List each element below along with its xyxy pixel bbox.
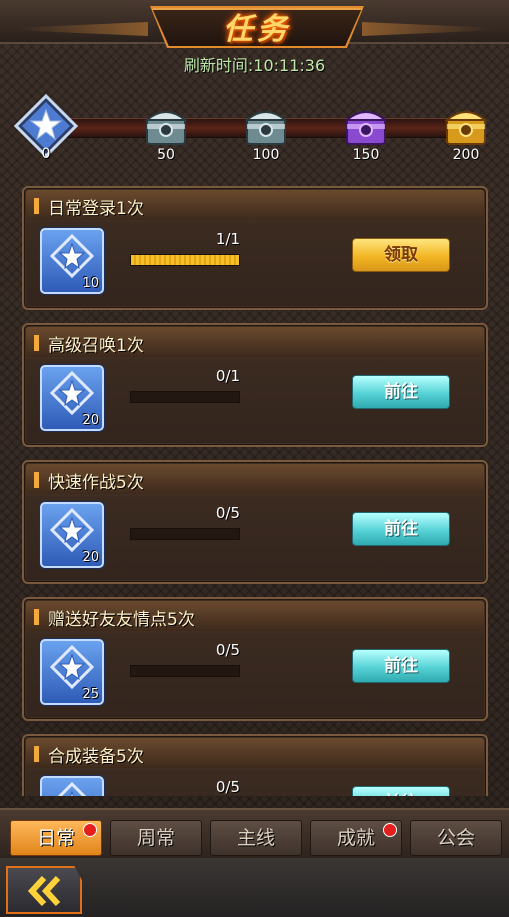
task-marker — [34, 198, 39, 214]
refresh-label: 刷新时间: — [183, 56, 254, 75]
task-progress-text: 0/1 — [215, 367, 240, 385]
tab-3[interactable]: 成就 — [310, 820, 402, 856]
task-marker — [34, 609, 39, 625]
task-progress-text: 0/5 — [215, 641, 240, 659]
milestone-value: 50 — [157, 147, 175, 163]
task-list[interactable]: 日常登录1次 10 1/1 领取 高级召唤1次 20 0/1 前往 快速作战5次… — [22, 184, 488, 796]
refresh-time: 10:11:36 — [253, 56, 326, 75]
task-marker — [34, 746, 39, 762]
claim-button[interactable]: 领取 — [352, 238, 450, 272]
task-marker — [34, 472, 39, 488]
task-progress-text: 0/5 — [215, 778, 240, 796]
go-button[interactable]: 前往 — [352, 786, 450, 796]
task-progress-fill — [131, 255, 239, 265]
back-arrow-icon — [27, 876, 61, 906]
task-progress-bar — [130, 528, 240, 540]
tab-label: 周常 — [136, 827, 175, 849]
task-screen: 任务 刷新时间:10:11:36 0 50 100 150 200 日常登录1次… — [0, 0, 509, 917]
task-name: 高级召唤1次 — [48, 336, 144, 356]
tab-1[interactable]: 周常 — [110, 820, 202, 856]
task-card: 快速作战5次 20 0/5 前往 — [22, 460, 488, 584]
task-card: 日常登录1次 10 1/1 领取 — [22, 186, 488, 310]
task-progress-bar — [130, 665, 240, 677]
silver-chest-icon[interactable] — [244, 104, 288, 148]
tab-0[interactable]: 日常 — [10, 820, 102, 856]
task-name: 日常登录1次 — [48, 199, 144, 219]
milestone-value: 200 — [452, 147, 480, 163]
go-button[interactable]: 前往 — [352, 375, 450, 409]
tab-label: 日常 — [36, 827, 75, 849]
go-button[interactable]: 前往 — [352, 649, 450, 683]
task-progress-bar — [130, 254, 240, 266]
go-button[interactable]: 前往 — [352, 512, 450, 546]
task-name: 合成装备5次 — [48, 747, 144, 767]
task-name: 赠送好友友情点5次 — [48, 610, 195, 630]
reward-item[interactable]: 25 — [40, 639, 104, 705]
reward-amount: 25 — [82, 687, 99, 702]
milestone-value: 100 — [252, 147, 280, 163]
page-title: 任务 — [223, 12, 291, 47]
tab-label: 公会 — [436, 827, 475, 849]
task-card: 高级召唤1次 20 0/1 前往 — [22, 323, 488, 447]
back-button[interactable] — [6, 866, 82, 914]
star-badge-icon — [49, 234, 95, 279]
task-name: 快速作战5次 — [48, 473, 144, 493]
reward-item[interactable] — [40, 776, 104, 796]
silver-chest-icon[interactable] — [144, 104, 188, 148]
reward-item[interactable]: 20 — [40, 502, 104, 568]
notification-dot-icon — [383, 823, 397, 837]
tab-bar: 日常 周常 主线 成就 公会 — [0, 808, 509, 858]
activity-score: 0 — [41, 146, 51, 162]
star-badge-icon — [49, 508, 95, 553]
star-badge-icon — [57, 782, 87, 796]
tab-4[interactable]: 公会 — [410, 820, 502, 856]
milestone-value: 150 — [352, 147, 380, 163]
reward-item[interactable]: 20 — [40, 365, 104, 431]
task-progress-text: 0/5 — [215, 504, 240, 522]
star-badge-icon — [49, 645, 95, 690]
task-card: 合成装备5次 0/5 前往 — [22, 734, 488, 796]
reward-amount: 20 — [82, 550, 99, 565]
tab-2[interactable]: 主线 — [210, 820, 302, 856]
reward-amount: 20 — [82, 413, 99, 428]
task-marker — [34, 335, 39, 351]
refresh-timer: 刷新时间:10:11:36 — [0, 52, 509, 76]
purple-chest-icon[interactable] — [344, 104, 388, 148]
notification-dot-icon — [83, 823, 97, 837]
star-badge-icon — [49, 371, 95, 416]
task-progress-bar — [130, 391, 240, 403]
reward-amount: 10 — [82, 276, 99, 291]
tab-label: 成就 — [336, 827, 375, 849]
tab-label: 主线 — [236, 827, 275, 849]
task-progress-text: 1/1 — [215, 230, 240, 248]
gold-chest-icon[interactable] — [444, 104, 488, 148]
task-card: 赠送好友友情点5次 25 0/5 前往 — [22, 597, 488, 721]
reward-item[interactable]: 10 — [40, 228, 104, 294]
